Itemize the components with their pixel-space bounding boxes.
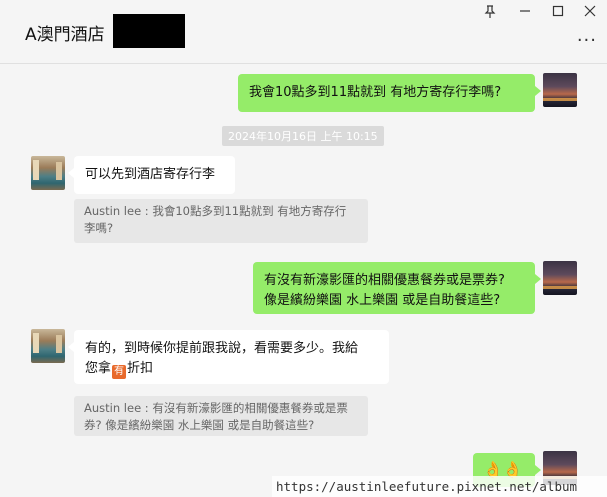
message-bubble-received[interactable]: 可以先到酒店寄存行李 bbox=[68, 156, 235, 194]
avatar-self[interactable] bbox=[543, 261, 577, 295]
chat-title: A澳門酒店 bbox=[25, 25, 105, 45]
message-text-part: 折扣 bbox=[127, 361, 154, 376]
message-text-line2: 您拿有折扣 bbox=[85, 359, 378, 379]
redacted-name bbox=[113, 14, 185, 48]
message-bubble-received[interactable]: 有的，到時候你提前跟我說，看需要多少。我給 您拿有折扣 bbox=[68, 330, 389, 384]
message-text-line2: 像是繽紛樂園 水上樂園 或是自助餐這些? bbox=[264, 293, 501, 308]
message-text: 我會10點多到11點就到 有地方寄存行李嗎? bbox=[249, 85, 502, 100]
coupon-emoji-icon: 有 bbox=[112, 365, 127, 379]
message-bubble-sent[interactable]: 有沒有新濠影匯的相關優惠餐券或是票券? 像是繽紛樂園 水上樂園 或是自助餐這些? bbox=[253, 262, 541, 314]
close-icon[interactable] bbox=[581, 5, 599, 23]
pin-icon[interactable] bbox=[481, 5, 499, 23]
chat-area[interactable]: 我會10點多到11點就到 有地方寄存行李嗎? 2024年10月16日 上午 10… bbox=[0, 65, 607, 497]
minimize-icon[interactable] bbox=[516, 5, 534, 23]
message-text-part: 您拿 bbox=[85, 361, 112, 376]
watermark-url: https://austinleefuture.pixnet.net/album bbox=[272, 476, 607, 497]
message-text-line1: 有沒有新濠影匯的相關優惠餐券或是票券? bbox=[264, 273, 505, 288]
message-text-line1: 有的，到時候你提前跟我說，看需要多少。我給 bbox=[85, 341, 359, 356]
quoted-message[interactable]: Austin lee : 我會10點多到11點就到 有地方寄存行 李嗎? bbox=[74, 199, 368, 243]
avatar-self[interactable] bbox=[543, 73, 577, 107]
avatar-hotel[interactable] bbox=[31, 156, 65, 190]
more-icon[interactable]: ··· bbox=[577, 30, 597, 51]
message-text: 可以先到酒店寄存行李 bbox=[85, 167, 216, 182]
title-bar: A澳門酒店 ··· bbox=[0, 0, 607, 64]
timestamp: 2024年10月16日 上午 10:15 bbox=[222, 126, 384, 146]
quoted-message[interactable]: Austin lee : 有沒有新濠影匯的相關優惠餐券或是票 券? 像是繽紛樂園… bbox=[74, 396, 368, 436]
message-bubble-sent[interactable]: 我會10點多到11點就到 有地方寄存行李嗎? bbox=[238, 74, 541, 112]
quote-text: Austin lee : 我會10點多到11點就到 有地方寄存行 李嗎? bbox=[84, 204, 347, 235]
avatar-hotel[interactable] bbox=[31, 329, 65, 363]
maximize-icon[interactable] bbox=[549, 5, 567, 23]
quote-text-line2: 券? 像是繽紛樂園 水上樂園 或是自助餐這些? bbox=[84, 418, 315, 432]
quote-text-line1: Austin lee : 有沒有新濠影匯的相關優惠餐券或是票 bbox=[84, 401, 348, 415]
